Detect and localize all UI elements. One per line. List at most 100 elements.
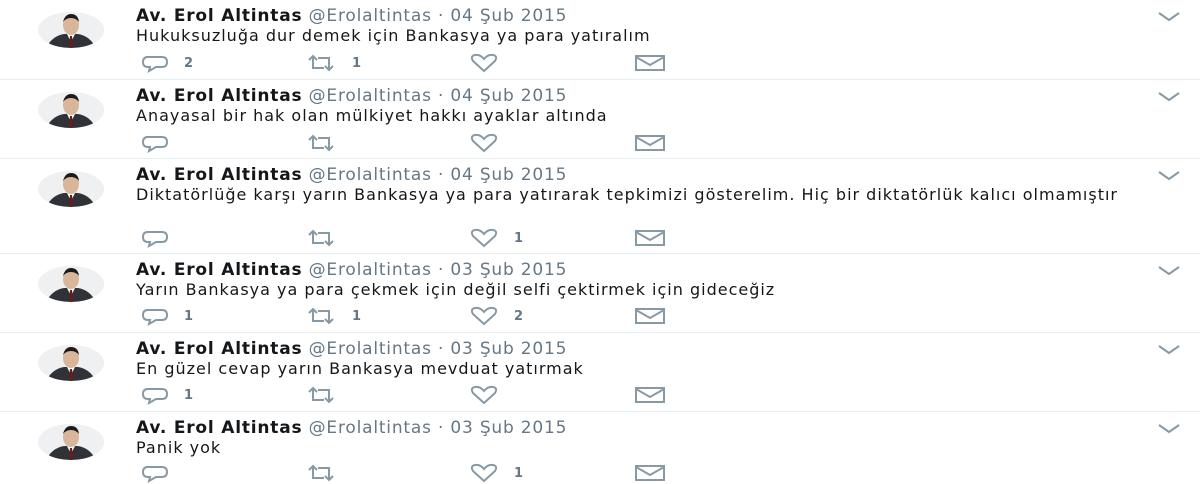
retweet-button[interactable]: 1 bbox=[304, 305, 361, 327]
reply-icon bbox=[140, 53, 170, 73]
separator: · bbox=[437, 165, 445, 185]
author-name[interactable]: Av. Erol Altintas bbox=[136, 86, 302, 106]
separator: · bbox=[437, 86, 445, 106]
envelope-icon bbox=[634, 229, 666, 247]
tweet-header: Av. Erol Altintas @Erolaltintas · 04 Şub… bbox=[136, 165, 567, 185]
retweet-count: 1 bbox=[352, 55, 362, 71]
author-name[interactable]: Av. Erol Altintas bbox=[136, 418, 302, 438]
author-handle[interactable]: @Erolaltintas bbox=[309, 339, 432, 359]
chevron-down-icon[interactable] bbox=[1156, 90, 1182, 104]
retweet-button[interactable] bbox=[304, 227, 352, 249]
like-count: 2 bbox=[514, 308, 524, 324]
tweet-header: Av. Erol Altintas @Erolaltintas · 03 Şub… bbox=[136, 260, 567, 280]
tweet-item[interactable]: Av. Erol Altintas @Erolaltintas · 04 Şub… bbox=[0, 80, 1200, 159]
tweet-date[interactable]: 03 Şub 2015 bbox=[450, 339, 567, 359]
like-button[interactable] bbox=[468, 132, 514, 154]
chevron-down-icon[interactable] bbox=[1156, 169, 1182, 183]
avatar[interactable] bbox=[38, 92, 104, 128]
retweet-icon bbox=[304, 463, 338, 483]
reply-count: 1 bbox=[184, 308, 194, 324]
author-name[interactable]: Av. Erol Altintas bbox=[136, 165, 302, 185]
author-name[interactable]: Av. Erol Altintas bbox=[136, 6, 302, 26]
message-button[interactable] bbox=[634, 384, 666, 406]
like-button[interactable]: 1 bbox=[468, 227, 523, 249]
message-button[interactable] bbox=[634, 305, 666, 327]
envelope-icon bbox=[634, 464, 666, 482]
reply-button[interactable] bbox=[140, 462, 184, 484]
message-button[interactable] bbox=[634, 132, 666, 154]
tweet-item[interactable]: Av. Erol Altintas @Erolaltintas · 03 Şub… bbox=[0, 412, 1200, 483]
like-button[interactable]: 2 bbox=[468, 305, 523, 327]
tweet-header: Av. Erol Altintas @Erolaltintas · 03 Şub… bbox=[136, 339, 567, 359]
reply-button[interactable] bbox=[140, 227, 184, 249]
tweet-item[interactable]: Av. Erol Altintas @Erolaltintas · 03 Şub… bbox=[0, 254, 1200, 333]
tweet-item[interactable]: Av. Erol Altintas @Erolaltintas · 03 Şub… bbox=[0, 333, 1200, 412]
heart-icon bbox=[468, 228, 500, 248]
reply-count: 2 bbox=[184, 55, 194, 71]
envelope-icon bbox=[634, 386, 666, 404]
reply-icon bbox=[140, 133, 170, 153]
separator: · bbox=[437, 418, 445, 438]
author-handle[interactable]: @Erolaltintas bbox=[309, 86, 432, 106]
tweet-date[interactable]: 03 Şub 2015 bbox=[450, 418, 567, 438]
avatar[interactable] bbox=[38, 345, 104, 381]
tweet-text: Hukuksuzluğa dur demek için Bankasya ya … bbox=[136, 26, 651, 45]
chevron-down-icon[interactable] bbox=[1156, 422, 1182, 436]
reply-icon bbox=[140, 306, 170, 326]
envelope-icon bbox=[634, 134, 666, 152]
chevron-down-icon[interactable] bbox=[1156, 343, 1182, 357]
like-button[interactable]: 1 bbox=[468, 462, 523, 484]
heart-icon bbox=[468, 385, 500, 405]
reply-button[interactable]: 1 bbox=[140, 305, 193, 327]
author-handle[interactable]: @Erolaltintas bbox=[309, 418, 432, 438]
message-button[interactable] bbox=[634, 462, 666, 484]
message-button[interactable] bbox=[634, 227, 666, 249]
tweet-date[interactable]: 04 Şub 2015 bbox=[450, 86, 567, 106]
reply-button[interactable]: 1 bbox=[140, 384, 193, 406]
retweet-icon bbox=[304, 228, 338, 248]
tweet-date[interactable]: 04 Şub 2015 bbox=[450, 6, 567, 26]
separator: · bbox=[437, 339, 445, 359]
author-handle[interactable]: @Erolaltintas bbox=[309, 6, 432, 26]
heart-icon bbox=[468, 53, 500, 73]
author-name[interactable]: Av. Erol Altintas bbox=[136, 260, 302, 280]
author-handle[interactable]: @Erolaltintas bbox=[309, 165, 432, 185]
avatar[interactable] bbox=[38, 171, 104, 207]
reply-icon bbox=[140, 385, 170, 405]
chevron-down-icon[interactable] bbox=[1156, 264, 1182, 278]
avatar[interactable] bbox=[38, 266, 104, 302]
retweet-button[interactable]: 1 bbox=[304, 52, 361, 74]
separator: · bbox=[437, 6, 445, 26]
tweet-text: Panik yok bbox=[136, 438, 222, 457]
tweet-item[interactable]: Av. Erol Altintas @Erolaltintas · 04 Şub… bbox=[0, 0, 1200, 80]
tweet-item[interactable]: Av. Erol Altintas @Erolaltintas · 04 Şub… bbox=[0, 159, 1200, 254]
envelope-icon bbox=[634, 307, 666, 325]
like-button[interactable] bbox=[468, 52, 514, 74]
like-count: 1 bbox=[514, 465, 524, 481]
tweet-header: Av. Erol Altintas @Erolaltintas · 03 Şub… bbox=[136, 418, 567, 438]
chevron-down-icon[interactable] bbox=[1156, 10, 1182, 24]
reply-icon bbox=[140, 228, 170, 248]
tweet-date[interactable]: 03 Şub 2015 bbox=[450, 260, 567, 280]
retweet-button[interactable] bbox=[304, 384, 352, 406]
tweet-text: Anayasal bir hak olan mülkiyet hakkı aya… bbox=[136, 106, 608, 125]
tweet-date[interactable]: 04 Şub 2015 bbox=[450, 165, 567, 185]
separator: · bbox=[437, 260, 445, 280]
retweet-button[interactable] bbox=[304, 132, 352, 154]
tweet-text: En güzel cevap yarın Bankasya mevduat ya… bbox=[136, 359, 584, 378]
avatar[interactable] bbox=[38, 424, 104, 460]
message-button[interactable] bbox=[634, 52, 666, 74]
retweet-button[interactable] bbox=[304, 462, 352, 484]
reply-icon bbox=[140, 463, 170, 483]
reply-count: 1 bbox=[184, 387, 194, 403]
reply-button[interactable] bbox=[140, 132, 184, 154]
tweet-text: Diktatörlüğe karşı yarın Bankasya ya par… bbox=[136, 185, 1118, 204]
like-button[interactable] bbox=[468, 384, 514, 406]
retweet-icon bbox=[304, 53, 338, 73]
heart-icon bbox=[468, 306, 500, 326]
reply-button[interactable]: 2 bbox=[140, 52, 193, 74]
author-handle[interactable]: @Erolaltintas bbox=[309, 260, 432, 280]
avatar[interactable] bbox=[38, 12, 104, 48]
author-name[interactable]: Av. Erol Altintas bbox=[136, 339, 302, 359]
retweet-icon bbox=[304, 133, 338, 153]
